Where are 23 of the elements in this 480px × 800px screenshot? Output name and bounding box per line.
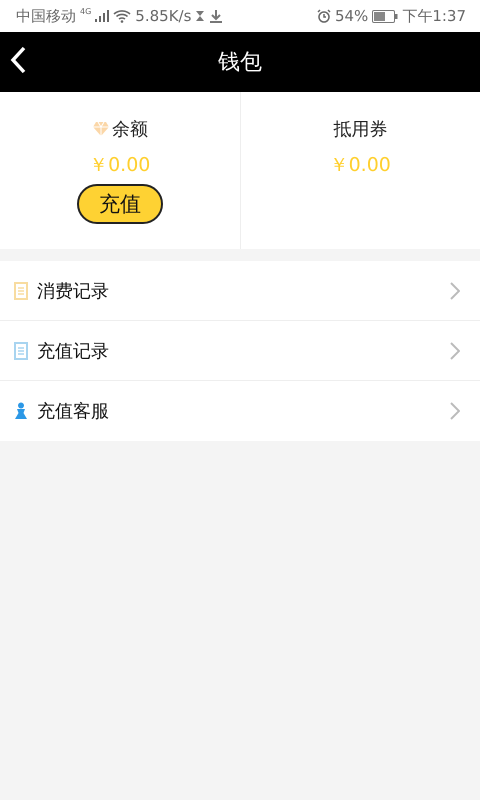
voucher-amount: ￥0.00: [330, 153, 391, 178]
battery-icon: [372, 10, 398, 22]
recharge-button[interactable]: 充值: [76, 184, 163, 224]
network-type: 4G: [80, 7, 92, 16]
voucher-label: 抵用券: [333, 118, 388, 141]
chevron-icon: [450, 402, 460, 420]
page-title: 钱包: [218, 49, 262, 77]
carrier-text: 中国移动: [16, 6, 76, 26]
back-icon: [10, 46, 26, 74]
hourglass-icon: [195, 10, 206, 22]
battery-percent: 54%: [334, 7, 368, 25]
wifi-icon: [113, 9, 132, 23]
chevron-icon: [450, 282, 460, 300]
back-button[interactable]: [8, 46, 28, 74]
signal-icon: [95, 10, 110, 22]
clock-time: 下午1:37: [402, 6, 466, 26]
balance-amount: ￥0.00: [89, 153, 150, 178]
alarm-icon: [316, 9, 331, 23]
network-speed: 5.85K/s: [135, 7, 192, 25]
download-icon: [209, 9, 224, 23]
chevron-icon: [450, 342, 460, 360]
balance-label: 余额: [112, 118, 148, 141]
diamond-icon: [92, 121, 110, 137]
